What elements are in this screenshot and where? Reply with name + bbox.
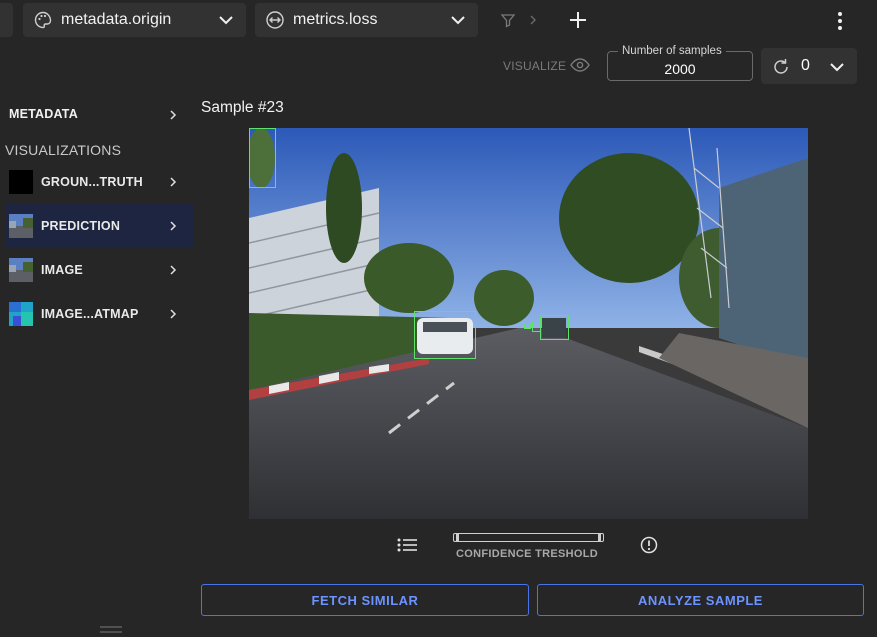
image-thumbnail [9,258,33,282]
visualization-item-image[interactable]: IMAGE [5,248,193,292]
bounding-box[interactable] [414,311,476,359]
number-of-samples-legend: Number of samples [618,45,726,57]
visualization-item-ground-truth[interactable]: GROUN...TRUTH [5,160,193,204]
chevron-down-icon [450,12,466,33]
sample-image [249,128,808,519]
refresh-icon[interactable] [771,57,791,77]
metric-selector[interactable]: metrics.loss [255,3,478,37]
more-vertical-icon[interactable] [832,11,848,31]
number-of-samples-field[interactable]: Number of samples 2000 [607,45,753,81]
list-icon[interactable] [397,537,419,553]
top-toolbar: metadata.origin metrics.loss [0,0,877,42]
chevron-down-icon [218,12,234,33]
chevron-right-icon [168,263,178,281]
chevron-right-icon [168,307,178,325]
slider-handle-max[interactable] [598,533,601,542]
plus-icon[interactable] [568,10,588,30]
visualize-label[interactable]: VISUALIZE [503,59,566,73]
slider-handle-min[interactable] [456,533,459,542]
ground-truth-thumbnail [9,170,33,194]
analyze-sample-button[interactable]: ANALYZE SAMPLE [537,584,864,616]
counter-value: 0 [801,57,810,74]
horizontal-arrows-icon [265,10,285,30]
sample-title: Sample #23 [201,99,284,116]
visualization-item-heatmap[interactable]: IMAGE...ATMAP [5,292,193,336]
filter-icon[interactable] [500,12,516,28]
chevron-right-icon[interactable] [168,108,178,126]
visualization-item-label: IMAGE [41,263,83,277]
number-of-samples-value[interactable]: 2000 [608,61,752,77]
image-controls: CONFIDENCE TRESHOLD [0,530,877,570]
visualization-item-label: PREDICTION [41,219,121,233]
collapsed-panel-edge[interactable] [0,3,13,37]
heatmap-thumbnail [9,302,33,326]
eye-icon[interactable] [570,57,590,78]
bounding-box[interactable] [249,128,276,188]
visualize-controls: VISUALIZE Number of samples 2000 0 [0,42,877,90]
visualization-item-label: GROUN...TRUTH [41,175,143,189]
palette-icon [33,10,53,30]
bounding-box[interactable] [532,321,541,332]
alert-circle-icon[interactable] [640,536,658,554]
metric-selector-label: metrics.loss [293,11,378,28]
bounding-box[interactable] [540,315,569,340]
confidence-threshold-label: CONFIDENCE TRESHOLD [456,548,598,560]
fetch-similar-button[interactable]: FETCH SIMILAR [201,584,529,616]
metadata-section-header[interactable]: METADATA [9,107,78,121]
visualizations-title: VISUALIZATIONS [5,142,122,158]
refresh-counter-selector[interactable]: 0 [761,48,857,84]
chevron-down-icon [829,59,845,75]
chevron-right-icon [168,219,178,237]
chevron-right-icon [168,175,178,193]
resize-handle[interactable] [100,631,122,633]
visualization-item-label: IMAGE...ATMAP [41,307,139,321]
metadata-selector-label: metadata.origin [61,11,172,28]
chevron-right-icon [528,13,538,27]
confidence-threshold-slider[interactable] [453,533,604,542]
prediction-thumbnail [9,214,33,238]
metadata-selector[interactable]: metadata.origin [23,3,246,37]
bounding-box[interactable] [524,323,531,329]
visualization-item-prediction[interactable]: PREDICTION [5,204,193,248]
resize-handle[interactable] [100,626,122,628]
